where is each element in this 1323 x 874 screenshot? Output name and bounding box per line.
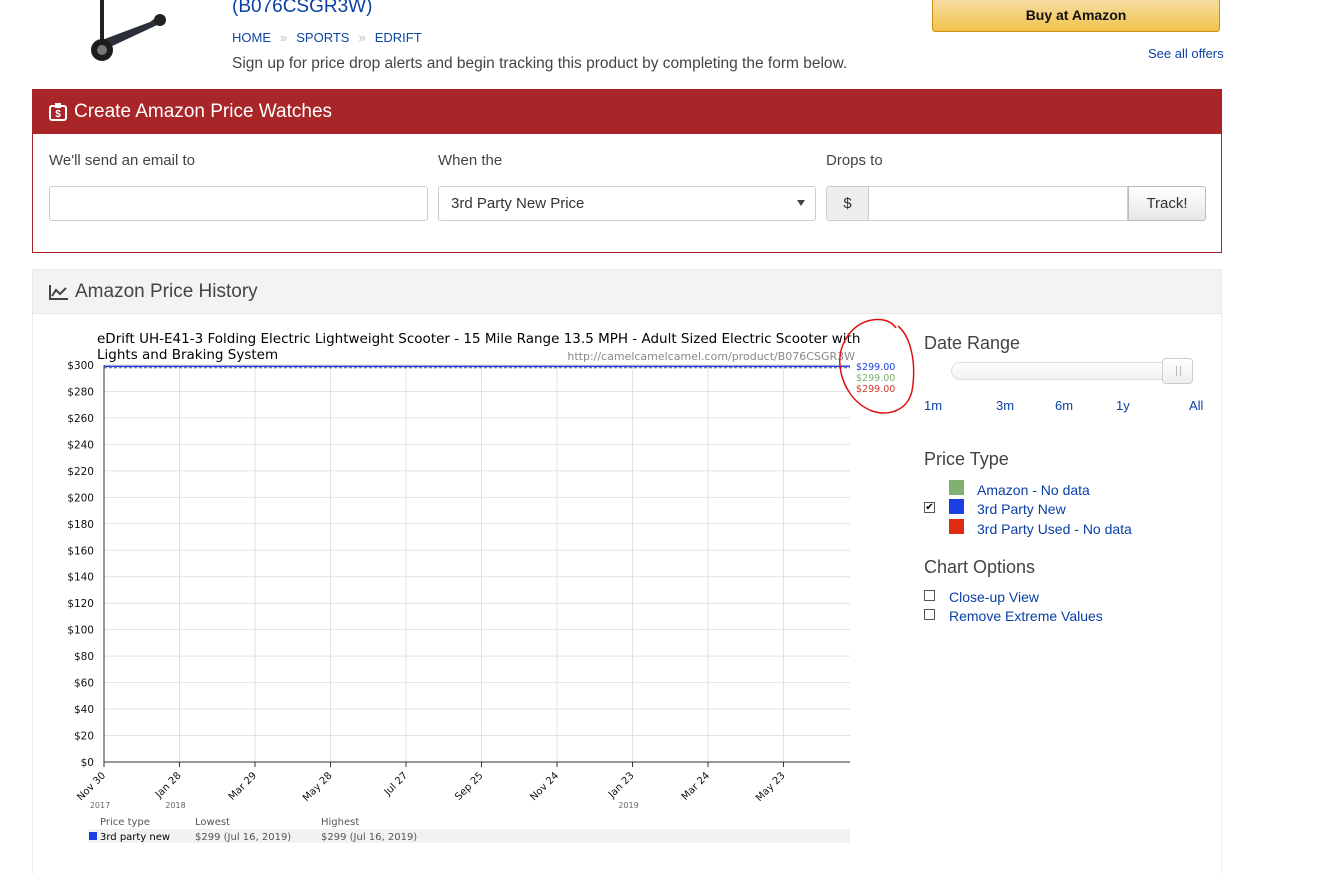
chart-y-tick-label: $140 xyxy=(67,572,94,584)
chart-y-tick-label: $220 xyxy=(67,466,94,478)
price-type-select[interactable]: 3rd Party New Price xyxy=(438,186,816,221)
caret-down-icon xyxy=(797,200,805,206)
email-field[interactable] xyxy=(49,186,428,221)
chart-y-tick-label: $100 xyxy=(67,625,94,637)
price-type-amazon[interactable]: Amazon - No data xyxy=(977,482,1090,498)
amazon-color-swatch xyxy=(949,480,964,495)
close-up-view-option[interactable]: Close-up View xyxy=(949,589,1039,605)
chart-x-year-label: 2018 xyxy=(165,801,185,810)
target-price-field[interactable] xyxy=(868,186,1128,221)
chart-summary-cell: $299 (Jul 16, 2019) xyxy=(321,832,417,843)
email-label: We'll send an email to xyxy=(49,152,195,169)
buy-at-amazon-button[interactable]: Buy at Amazon xyxy=(932,0,1220,32)
chart-y-tick-label: $200 xyxy=(67,492,94,504)
chart-summary-cell: $299 (Jul 16, 2019) xyxy=(195,832,291,843)
date-range-1m[interactable]: 1m xyxy=(924,398,942,413)
area-chart-icon xyxy=(49,284,68,300)
price-watch-panel: $ Create Amazon Price Watches We'll send… xyxy=(32,89,1222,253)
chart-background xyxy=(55,322,910,846)
remove-extreme-values-checkbox[interactable] xyxy=(924,609,935,620)
signup-text: Sign up for price drop alerts and begin … xyxy=(232,55,848,72)
close-up-view-checkbox[interactable] xyxy=(924,590,935,601)
breadcrumb-separator: » xyxy=(280,30,288,45)
chart-summary-header: Highest xyxy=(321,817,359,828)
breadcrumb-edrift[interactable]: EDRIFT xyxy=(375,30,422,45)
3rd-party-new-color-swatch xyxy=(949,499,964,514)
price-type-3rd-party-new-checkbox[interactable]: ✔ xyxy=(924,502,935,513)
chart-watermark: http://camelcamelcamel.com/product/B076C… xyxy=(567,350,855,363)
price-history-header: Amazon Price History xyxy=(32,269,1222,314)
breadcrumb-sports[interactable]: SPORTS xyxy=(296,30,349,45)
product-asin: (B076CSGR3W) xyxy=(232,0,373,17)
price-watch-header: $ Create Amazon Price Watches xyxy=(33,90,1221,134)
price-history-chart[interactable]: eDrift UH-E41-3 Folding Electric Lightwe… xyxy=(55,322,910,846)
chart-y-tick-label: $120 xyxy=(67,598,94,610)
chart-x-year-label: 2019 xyxy=(618,801,638,810)
chart-y-tick-label: $260 xyxy=(67,413,94,425)
date-range-3m[interactable]: 3m xyxy=(996,398,1014,413)
price-type-select-value: 3rd Party New Price xyxy=(451,195,585,212)
currency-addon: $ xyxy=(826,186,869,221)
date-range-slider-handle[interactable] xyxy=(1162,358,1193,384)
svg-text:$: $ xyxy=(55,109,61,120)
chart-summary-cell: 3rd party new xyxy=(100,832,170,843)
price-watch-title: Create Amazon Price Watches xyxy=(74,101,333,122)
chart-summary-header: Lowest xyxy=(195,817,230,828)
chart-y-tick-label: $240 xyxy=(67,439,94,451)
breadcrumb-separator: » xyxy=(358,30,366,45)
3rd-party-used-color-swatch xyxy=(949,519,964,534)
see-all-offers-link[interactable]: See all offers xyxy=(1148,46,1224,61)
chart-y-tick-label: $180 xyxy=(67,519,94,531)
product-image[interactable] xyxy=(80,0,175,66)
chart-summary-swatch xyxy=(89,832,97,840)
chart-x-year-label: 2017 xyxy=(90,801,110,810)
price-type-title: Price Type xyxy=(924,449,1009,469)
chart-options-title: Chart Options xyxy=(924,557,1036,577)
date-range-6m[interactable]: 6m xyxy=(1055,398,1073,413)
chart-y-tick-label: $160 xyxy=(67,545,94,557)
chart-y-tick-label: $60 xyxy=(74,678,94,690)
chart-y-tick-label: $300 xyxy=(67,360,94,372)
chart-title-line-2: Lights and Braking System xyxy=(97,347,278,363)
breadcrumb-home[interactable]: HOME xyxy=(232,30,271,45)
date-range-slider[interactable] xyxy=(951,362,1193,380)
chart-title-line-1: eDrift UH-E41-3 Folding Electric Lightwe… xyxy=(97,331,860,347)
date-range-all[interactable]: All xyxy=(1189,398,1203,413)
annotation-circle xyxy=(839,318,915,414)
price-tag-icon: $ xyxy=(49,103,67,121)
breadcrumb: HOME » SPORTS » EDRIFT xyxy=(232,30,422,45)
remove-extreme-values-option[interactable]: Remove Extreme Values xyxy=(949,608,1103,624)
when-label: When the xyxy=(438,152,503,169)
chart-y-tick-label: $280 xyxy=(67,386,94,398)
chart-y-tick-label: $0 xyxy=(81,757,94,769)
drops-label: Drops to xyxy=(826,152,883,169)
price-history-title: Amazon Price History xyxy=(75,280,258,302)
price-type-3rd-party-new[interactable]: 3rd Party New xyxy=(977,501,1066,517)
track-button[interactable]: Track! xyxy=(1128,186,1206,221)
date-range-title: Date Range xyxy=(924,333,1021,353)
price-type-3rd-party-used[interactable]: 3rd Party Used - No data xyxy=(977,521,1132,537)
chart-y-tick-label: $40 xyxy=(74,704,94,716)
chart-y-tick-label: $80 xyxy=(74,651,94,663)
chart-summary-header: Price type xyxy=(100,817,150,828)
chart-y-tick-label: $20 xyxy=(74,731,94,743)
date-range-1y[interactable]: 1y xyxy=(1116,398,1130,413)
